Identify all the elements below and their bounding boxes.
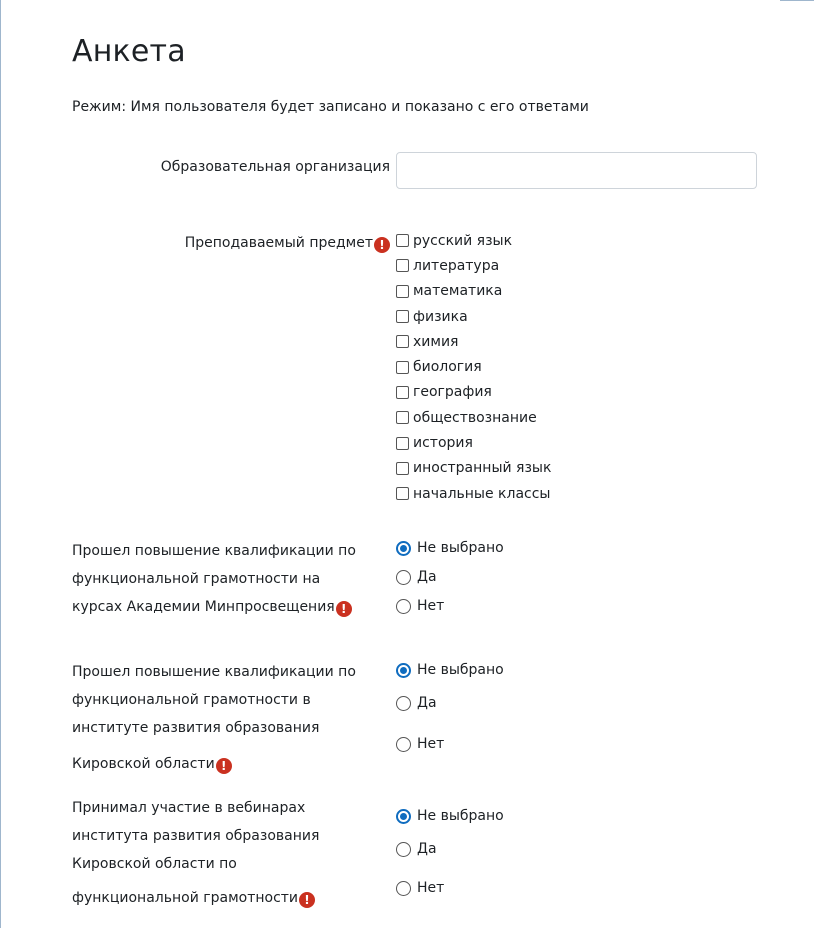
- checkbox-label: физика: [413, 308, 468, 325]
- subject-option[interactable]: обществознание: [396, 405, 551, 430]
- checkbox-label: математика: [413, 283, 503, 300]
- mode-description: Режим: Имя пользователя будет записано и…: [72, 99, 589, 115]
- radio-button[interactable]: [396, 736, 411, 752]
- radio-label: Не выбрано: [417, 808, 504, 824]
- subject-option[interactable]: биология: [396, 354, 551, 379]
- radio-label: Нет: [417, 880, 445, 896]
- question-3-option-not-selected[interactable]: Не выбрано: [396, 808, 504, 824]
- question-2-label: Прошел повышение квалификации по функцио…: [72, 658, 356, 778]
- radio-label: Да: [417, 569, 437, 585]
- radio-button[interactable]: [396, 841, 411, 857]
- question-label-line: курсах Академии Минпросвещения!: [72, 593, 356, 621]
- question-3-option-yes[interactable]: Да: [396, 841, 437, 857]
- checkbox[interactable]: [396, 234, 409, 248]
- subject-option[interactable]: начальные классы: [396, 481, 551, 506]
- subject-option[interactable]: физика: [396, 304, 551, 329]
- frame-top-border: [780, 0, 814, 1]
- required-icon: !: [299, 892, 316, 908]
- subject-option[interactable]: литература: [396, 253, 551, 278]
- subject-option[interactable]: математика: [396, 279, 551, 304]
- question-2-option-no[interactable]: Нет: [396, 736, 444, 752]
- radio-label: Не выбрано: [417, 662, 504, 678]
- checkbox[interactable]: [396, 360, 409, 374]
- question-label-line: функциональной грамотности на: [72, 571, 321, 587]
- page-title: Анкета: [72, 34, 186, 69]
- question-label-line: Прошел повышение квалификации по: [72, 664, 356, 680]
- checkbox-label: русский язык: [413, 232, 513, 249]
- subject-option[interactable]: история: [396, 430, 551, 455]
- question-label-line: институте развития образования: [72, 720, 320, 736]
- organization-label: Образовательная организация: [72, 153, 390, 181]
- checkbox-label: обществознание: [413, 409, 537, 426]
- checkbox[interactable]: [396, 284, 409, 298]
- checkbox-label: география: [413, 384, 492, 401]
- radio-label: Да: [417, 841, 437, 857]
- checkbox[interactable]: [396, 436, 409, 450]
- checkbox-label: химия: [413, 333, 459, 350]
- subject-label: Преподаваемый предмет!: [72, 229, 390, 257]
- checkbox[interactable]: [396, 310, 409, 324]
- radio-button[interactable]: [396, 598, 411, 614]
- checkbox-label: литература: [413, 257, 500, 274]
- radio-button-selected[interactable]: [396, 662, 411, 678]
- question-3-label: Принимал участие в вебинарах института р…: [72, 794, 319, 912]
- question-1-option-yes[interactable]: Да: [396, 569, 437, 585]
- question-label-line: функциональной грамотности!: [72, 884, 319, 912]
- subject-option[interactable]: русский язык: [396, 228, 551, 253]
- required-icon: !: [215, 758, 232, 774]
- question-label-line: института развития образования: [72, 828, 320, 844]
- checkbox[interactable]: [396, 259, 409, 273]
- radio-button[interactable]: [396, 695, 411, 711]
- subject-checkbox-list: русский язык литература математика физик…: [396, 228, 551, 506]
- checkbox[interactable]: [396, 385, 409, 399]
- question-label-line: Прошел повышение квалификации по: [72, 543, 356, 559]
- checkbox-label: биология: [413, 359, 482, 376]
- question-2-option-not-selected[interactable]: Не выбрано: [396, 662, 504, 678]
- question-label-line: Принимал участие в вебинарах: [72, 800, 306, 816]
- question-label-line: Кировской области!: [72, 750, 356, 778]
- radio-button[interactable]: [396, 880, 411, 896]
- frame-left-border: [0, 0, 1, 928]
- subject-option[interactable]: химия: [396, 329, 551, 354]
- radio-button-selected[interactable]: [396, 808, 411, 824]
- checkbox-label: иностранный язык: [413, 460, 552, 477]
- radio-label: Не выбрано: [417, 540, 504, 556]
- radio-button[interactable]: [396, 569, 411, 585]
- checkbox[interactable]: [396, 461, 409, 475]
- subject-label-text: Преподаваемый предмет: [184, 235, 373, 251]
- question-1-option-not-selected[interactable]: Не выбрано: [396, 540, 504, 556]
- question-1-label: Прошел повышение квалификации по функцио…: [72, 537, 356, 621]
- question-label-line: Кировской области по: [72, 856, 237, 872]
- question-2-option-yes[interactable]: Да: [396, 695, 437, 711]
- radio-label: Да: [417, 695, 437, 711]
- question-3-option-no[interactable]: Нет: [396, 880, 444, 896]
- required-icon: !: [374, 237, 390, 253]
- subject-option[interactable]: иностранный язык: [396, 456, 551, 481]
- radio-label: Нет: [417, 736, 445, 752]
- radio-label: Нет: [417, 598, 445, 614]
- checkbox[interactable]: [396, 411, 409, 425]
- question-1-option-no[interactable]: Нет: [396, 598, 444, 614]
- checkbox-label: история: [413, 435, 473, 452]
- checkbox[interactable]: [396, 335, 409, 349]
- question-label-line: функциональной грамотности в: [72, 692, 311, 708]
- subject-option[interactable]: география: [396, 380, 551, 405]
- checkbox-label: начальные классы: [413, 485, 551, 502]
- required-icon: !: [335, 601, 352, 617]
- organization-input[interactable]: [396, 152, 757, 189]
- radio-button-selected[interactable]: [396, 540, 411, 556]
- organization-label-text: Образовательная организация: [160, 159, 390, 175]
- checkbox[interactable]: [396, 487, 409, 501]
